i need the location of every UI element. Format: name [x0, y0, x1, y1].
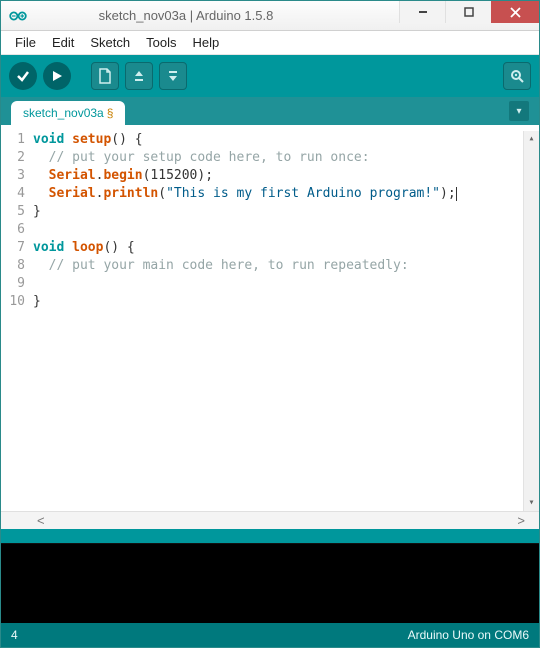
scroll-right-arrow-icon[interactable]: > — [517, 513, 525, 528]
window-title: sketch_nov03a | Arduino 1.5.8 — [0, 8, 399, 23]
toolbar — [1, 55, 539, 97]
verify-button[interactable] — [9, 62, 37, 90]
minimize-button[interactable] — [399, 1, 445, 23]
text-cursor — [456, 187, 457, 201]
menu-edit[interactable]: Edit — [44, 33, 82, 52]
maximize-button[interactable] — [445, 1, 491, 23]
new-sketch-button[interactable] — [91, 62, 119, 90]
scroll-down-arrow-icon[interactable]: ▾ — [524, 495, 539, 511]
arduino-ide-window: sketch_nov03a | Arduino 1.5.8 File Edit … — [0, 0, 540, 648]
menu-file[interactable]: File — [7, 33, 44, 52]
code-editor[interactable]: 1 2 3 4 5 6 7 8 9 10 void setup() { // p… — [1, 125, 539, 511]
line-number-gutter: 1 2 3 4 5 6 7 8 9 10 — [1, 131, 33, 511]
tab-label: sketch_nov03a — [23, 106, 104, 120]
status-board-port: Arduino Uno on COM6 — [408, 628, 529, 642]
window-controls — [399, 1, 539, 30]
status-line-number: 4 — [11, 628, 18, 642]
horizontal-scrollbar[interactable]: < > — [1, 511, 539, 529]
menu-help[interactable]: Help — [184, 33, 227, 52]
code-content[interactable]: void setup() { // put your setup code he… — [33, 131, 523, 511]
menu-sketch[interactable]: Sketch — [82, 33, 138, 52]
titlebar[interactable]: sketch_nov03a | Arduino 1.5.8 — [1, 1, 539, 31]
tab-dropdown-button[interactable]: ▾ — [509, 101, 529, 121]
close-button[interactable] — [491, 1, 539, 23]
output-console[interactable] — [1, 543, 539, 623]
status-bar: 4 Arduino Uno on COM6 — [1, 623, 539, 647]
sketch-tab[interactable]: sketch_nov03a § — [11, 101, 125, 125]
editor-area: 1 2 3 4 5 6 7 8 9 10 void setup() { // p… — [1, 125, 539, 529]
menubar: File Edit Sketch Tools Help — [1, 31, 539, 55]
upload-button[interactable] — [43, 62, 71, 90]
scrollbar-track[interactable] — [524, 147, 539, 495]
scroll-up-arrow-icon[interactable]: ▴ — [524, 131, 539, 147]
panel-divider[interactable] — [1, 529, 539, 543]
save-sketch-button[interactable] — [159, 62, 187, 90]
scroll-left-arrow-icon[interactable]: < — [37, 513, 45, 528]
menu-tools[interactable]: Tools — [138, 33, 184, 52]
chevron-down-icon: ▾ — [516, 106, 521, 117]
serial-monitor-button[interactable] — [503, 62, 531, 90]
tab-modified-indicator: § — [107, 106, 114, 120]
open-sketch-button[interactable] — [125, 62, 153, 90]
vertical-scrollbar[interactable]: ▴ ▾ — [523, 131, 539, 511]
tab-strip: sketch_nov03a § ▾ — [1, 97, 539, 125]
